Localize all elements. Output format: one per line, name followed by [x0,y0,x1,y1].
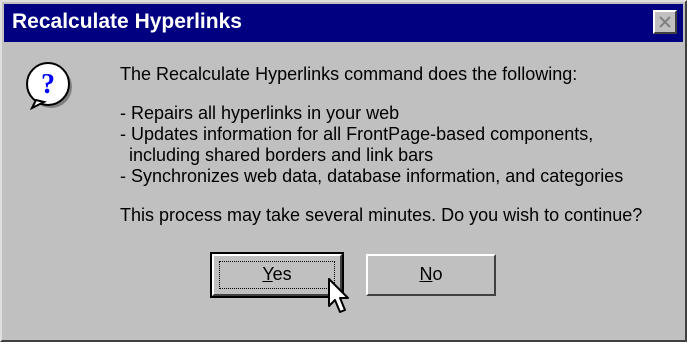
close-button[interactable] [653,10,677,34]
window-title: Recalculate Hyperlinks [12,10,242,33]
yes-button[interactable]: Yes [210,252,344,298]
message-item: - Repairs all hyperlinks in your web [120,103,400,123]
message-intro: The Recalculate Hyperlinks command does … [120,64,578,84]
yes-button-label: Yes [262,264,292,284]
no-button-label: No [419,264,443,284]
message-item: - Synchronizes web data, database inform… [120,166,624,186]
dialog-window: Recalculate Hyperlinks ? The Recalculate… [0,0,687,342]
question-icon: ? [26,62,72,110]
question-glyph: ? [41,69,55,100]
message-text: The Recalculate Hyperlinks command does … [120,64,680,226]
no-button[interactable]: No [366,254,496,296]
message-item: including shared borders and link bars [129,145,434,165]
title-bar[interactable]: Recalculate Hyperlinks [4,4,683,42]
close-icon [659,16,671,28]
message-item: - Updates information for all FrontPage-… [120,124,594,144]
message-question: This process may take several minutes. D… [120,205,643,225]
mouse-pointer-icon [328,278,349,313]
